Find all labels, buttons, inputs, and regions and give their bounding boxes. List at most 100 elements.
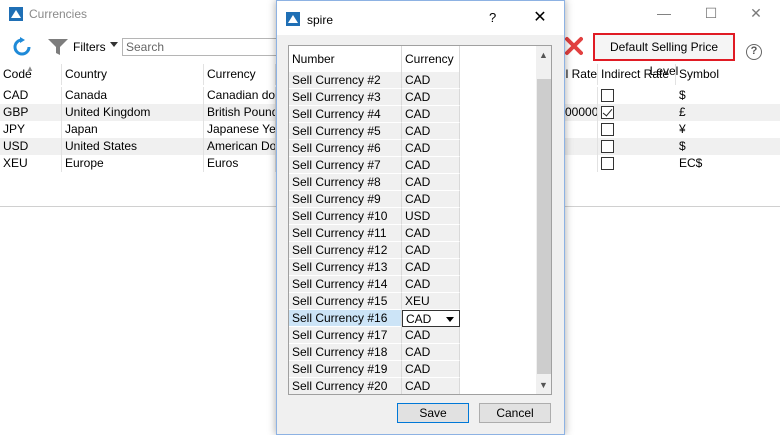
cell-currency[interactable]: CAD: [402, 174, 460, 191]
filter-icon[interactable]: [48, 39, 68, 55]
cell-currency[interactable]: CAD: [402, 140, 460, 157]
cell-currency: Japanese Yen: [204, 121, 276, 138]
table-row[interactable]: Sell Currency #10 USD: [289, 208, 536, 225]
table-row-selected[interactable]: Sell Currency #16 CAD: [289, 310, 536, 327]
table-row[interactable]: Sell Currency #6 CAD: [289, 140, 536, 157]
column-header-code[interactable]: Code: [0, 64, 62, 85]
cell-currency[interactable]: CAD: [402, 327, 460, 344]
column-header-number[interactable]: Number: [289, 46, 402, 72]
table-row[interactable]: Sell Currency #3 CAD: [289, 89, 536, 106]
table-row[interactable]: Sell Currency #2 CAD: [289, 72, 536, 89]
table-row[interactable]: Sell Currency #20 CAD: [289, 378, 536, 394]
minimize-icon[interactable]: —: [654, 4, 674, 22]
sell-currency-table: Number Currency Sell Currency #2 CAD Sell…: [288, 45, 552, 395]
filters-label[interactable]: Filters: [73, 40, 106, 54]
cell-number: Sell Currency #2: [289, 72, 402, 89]
table-row[interactable]: Sell Currency #11 CAD: [289, 225, 536, 242]
table-row[interactable]: Sell Currency #4 CAD: [289, 106, 536, 123]
cell-currency[interactable]: XEU: [402, 293, 460, 310]
cell-number: Sell Currency #15: [289, 293, 402, 310]
cell-code: XEU: [0, 155, 62, 172]
cell-currency: British Pound: [204, 104, 276, 121]
table-row[interactable]: Sell Currency #19 CAD: [289, 361, 536, 378]
cell-code: JPY: [0, 121, 62, 138]
table-row[interactable]: Sell Currency #9 CAD: [289, 191, 536, 208]
cell-currency[interactable]: CAD: [402, 72, 460, 89]
close-icon[interactable]: ✕: [529, 7, 551, 29]
table-row[interactable]: Sell Currency #8 CAD: [289, 174, 536, 191]
table-row[interactable]: Sell Currency #15 XEU: [289, 293, 536, 310]
indirect-rate-checkbox[interactable]: [601, 157, 614, 170]
chevron-down-icon[interactable]: [110, 42, 118, 47]
cell-code: USD: [0, 138, 62, 155]
cell-sell-rate: 000000: [565, 104, 598, 121]
table-row[interactable]: Sell Currency #13 CAD: [289, 259, 536, 276]
cell-currency[interactable]: CAD: [402, 259, 460, 276]
currency-select-value: CAD: [406, 312, 432, 326]
cell-currency[interactable]: CAD: [402, 344, 460, 361]
indirect-rate-checkbox[interactable]: [601, 106, 614, 119]
column-header-indirect-rate[interactable]: Indirect Rate: [598, 64, 676, 85]
vertical-scrollbar[interactable]: ▲ ▼: [536, 46, 551, 394]
cell-number: Sell Currency #6: [289, 140, 402, 157]
column-header-country[interactable]: Country: [62, 64, 204, 85]
cell-sell-rate: [565, 87, 598, 104]
indirect-rate-checkbox[interactable]: [601, 140, 614, 153]
cell-number: Sell Currency #9: [289, 191, 402, 208]
column-header-sell-rate[interactable]: Sell Rate: [565, 64, 598, 85]
cell-number: Sell Currency #12: [289, 242, 402, 259]
cell-symbol: £: [679, 105, 686, 119]
cell-currency[interactable]: CAD: [402, 89, 460, 106]
cell-sell-rate: [565, 138, 598, 155]
cell-currency[interactable]: CAD: [402, 242, 460, 259]
column-header-currency[interactable]: Currency: [204, 64, 276, 85]
scroll-down-icon[interactable]: ▼: [539, 380, 548, 390]
chevron-down-icon[interactable]: [446, 317, 454, 322]
table-row[interactable]: Sell Currency #17 CAD: [289, 327, 536, 344]
maximize-icon[interactable]: ☐: [701, 4, 721, 22]
cell-number: Sell Currency #20: [289, 378, 402, 394]
cell-country: Japan: [62, 121, 204, 138]
scrollbar-thumb[interactable]: [537, 79, 551, 374]
cell-sell-rate: [565, 155, 598, 172]
cell-currency[interactable]: CAD: [402, 123, 460, 140]
cell-currency[interactable]: CAD: [402, 191, 460, 208]
cell-currency: Euros: [204, 155, 276, 172]
cell-number: Sell Currency #8: [289, 174, 402, 191]
spire-app-icon: [286, 12, 300, 26]
table-row[interactable]: Sell Currency #12 CAD: [289, 242, 536, 259]
cell-number: Sell Currency #14: [289, 276, 402, 293]
cell-currency[interactable]: CAD: [402, 361, 460, 378]
cell-number: Sell Currency #3: [289, 89, 402, 106]
indirect-rate-checkbox[interactable]: [601, 89, 614, 102]
table-row[interactable]: Sell Currency #14 CAD: [289, 276, 536, 293]
search-input[interactable]: [122, 38, 282, 56]
delete-x-icon[interactable]: [565, 36, 583, 56]
default-selling-price-level-button[interactable]: Default Selling Price Level: [593, 33, 735, 78]
cancel-button[interactable]: Cancel: [479, 403, 551, 423]
cell-currency[interactable]: CAD: [402, 276, 460, 293]
cell-currency[interactable]: CAD: [402, 225, 460, 242]
table-row[interactable]: Sell Currency #5 CAD: [289, 123, 536, 140]
table-row[interactable]: Sell Currency #7 CAD: [289, 157, 536, 174]
cell-number: Sell Currency #16: [289, 310, 402, 327]
sell-currency-dialog: spire ? ✕ Number Currency Sell Currency …: [276, 0, 565, 435]
save-button[interactable]: Save: [397, 403, 469, 423]
cell-currency[interactable]: USD: [402, 208, 460, 225]
indirect-rate-checkbox[interactable]: [601, 123, 614, 136]
table-row[interactable]: Sell Currency #18 CAD: [289, 344, 536, 361]
help-icon[interactable]: ?: [746, 44, 762, 60]
column-header-currency[interactable]: Currency: [402, 46, 460, 72]
currency-select[interactable]: CAD: [402, 310, 460, 327]
cell-currency[interactable]: CAD: [402, 157, 460, 174]
refresh-icon[interactable]: [12, 37, 32, 57]
cell-currency[interactable]: CAD: [402, 106, 460, 123]
spire-app-icon: [9, 7, 23, 21]
scroll-up-icon[interactable]: ▲: [539, 50, 548, 60]
close-icon[interactable]: ✕: [746, 4, 766, 22]
cell-number: Sell Currency #19: [289, 361, 402, 378]
cell-currency[interactable]: CAD: [402, 378, 460, 394]
column-header-symbol[interactable]: Symbol: [676, 64, 780, 85]
cell-number: Sell Currency #18: [289, 344, 402, 361]
help-icon[interactable]: ?: [489, 10, 496, 25]
